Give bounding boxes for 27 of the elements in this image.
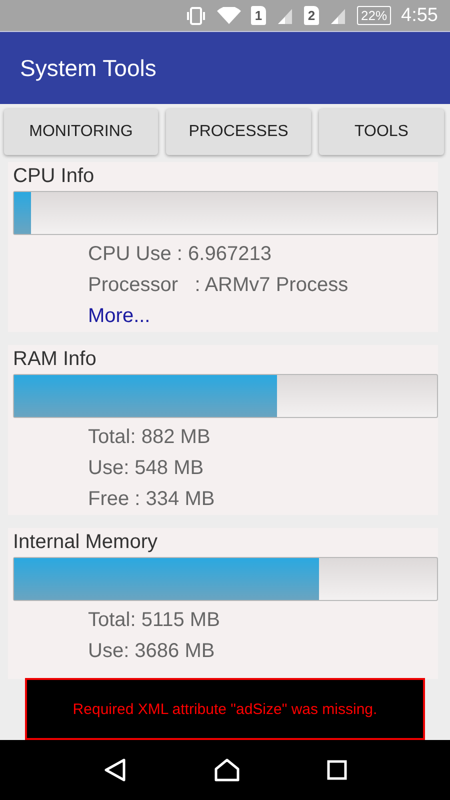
info-text: CPU Use : 6.967213 [87, 242, 272, 267]
clock-time: 4:55 [401, 4, 438, 26]
tab-button[interactable]: TOOLS [319, 109, 444, 155]
signal-icon [328, 6, 347, 24]
app-title: System Tools [20, 54, 156, 82]
card-title: RAM Info [13, 348, 98, 372]
vibrate-icon [184, 6, 207, 24]
home-icon[interactable] [214, 758, 240, 782]
signal-icon [276, 6, 294, 24]
battery-icon: 22% [356, 6, 392, 25]
info-text: Free : 334 MB [87, 487, 216, 512]
sim-card-icon: 2 [304, 6, 319, 25]
wifi-icon [216, 6, 241, 24]
info-text: Use: 548 MB [87, 456, 205, 481]
card-title: Internal Memory [13, 531, 158, 555]
recents-icon[interactable] [326, 760, 347, 780]
sim-card-icon: 1 [250, 6, 266, 25]
info-text: Total: 882 MB [87, 425, 212, 450]
more-link[interactable]: More... [88, 301, 150, 332]
error-message: Required XML attribute "adSize" was missing. [72, 700, 378, 718]
info-text: Total: 5115 MB [87, 608, 221, 633]
card-title: CPU Info [13, 165, 96, 189]
info-text: Use: 3686 MB [87, 639, 216, 664]
tab-button[interactable]: PROCESSES [166, 109, 311, 155]
info-text: Processor : ARMv7 Process [87, 273, 350, 298]
tab-button[interactable]: MONITORING [4, 109, 158, 155]
back-icon[interactable] [103, 758, 128, 782]
